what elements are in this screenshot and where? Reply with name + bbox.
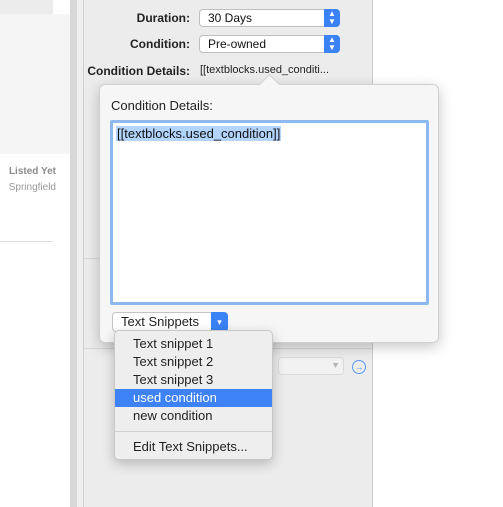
updown-arrows-icon: ▲ ▼ <box>324 9 340 27</box>
menu-item-used-condition[interactable]: used condition <box>115 389 272 407</box>
menu-item-snippet-3[interactable]: Text snippet 3 <box>115 371 272 389</box>
menu-item-edit-snippets[interactable]: Edit Text Snippets... <box>115 438 272 456</box>
listing-location: Springfield <box>8 182 56 193</box>
updown-arrows-icon: ▲ ▼ <box>324 35 340 53</box>
popover-title: Condition Details: <box>111 98 213 113</box>
condition-label: Condition: <box>130 37 190 51</box>
menu-item-snippet-1[interactable]: Text snippet 1 <box>115 335 272 353</box>
duration-value: 30 Days <box>208 11 253 25</box>
list-row-selected[interactable] <box>0 14 70 154</box>
duration-label: Duration: <box>136 11 190 25</box>
text-snippets-menu: Text snippet 1 Text snippet 2 Text snipp… <box>114 330 273 460</box>
text-snippets-label: Text Snippets <box>121 314 200 329</box>
selected-text: [[textblocks.used_condition]] <box>116 126 282 141</box>
list-row-top[interactable] <box>0 0 53 14</box>
menu-separator <box>115 431 272 432</box>
menu-item-snippet-2[interactable]: Text snippet 2 <box>115 353 272 371</box>
listing-status: Listed Yet <box>8 166 56 177</box>
condition-details-popover: Condition Details: [[textblocks.used_con… <box>99 84 439 343</box>
split-view-divider[interactable] <box>70 0 77 507</box>
arrow-right-circle-icon[interactable]: → <box>352 360 366 374</box>
condition-details-textarea[interactable]: [[textblocks.used_condition]] <box>110 120 429 305</box>
disabled-select[interactable]: ▼ <box>278 357 344 375</box>
condition-details-label: Condition Details: <box>87 64 190 78</box>
chevron-down-icon: ▾ <box>211 312 228 332</box>
condition-select[interactable]: Pre-owned ▲ ▼ <box>199 35 340 53</box>
menu-item-new-condition[interactable]: new condition <box>115 407 272 425</box>
condition-value: Pre-owned <box>208 37 267 51</box>
text-snippets-button[interactable]: Text Snippets ▾ <box>112 312 228 332</box>
chevron-down-icon: ▼ <box>331 360 340 370</box>
condition-details-value[interactable]: [[textblocks.used_conditi... <box>200 64 329 76</box>
duration-select[interactable]: 30 Days ▲ ▼ <box>199 9 340 27</box>
list-divider <box>0 241 53 242</box>
listing-list-panel: Listed Yet Springfield <box>0 0 70 507</box>
